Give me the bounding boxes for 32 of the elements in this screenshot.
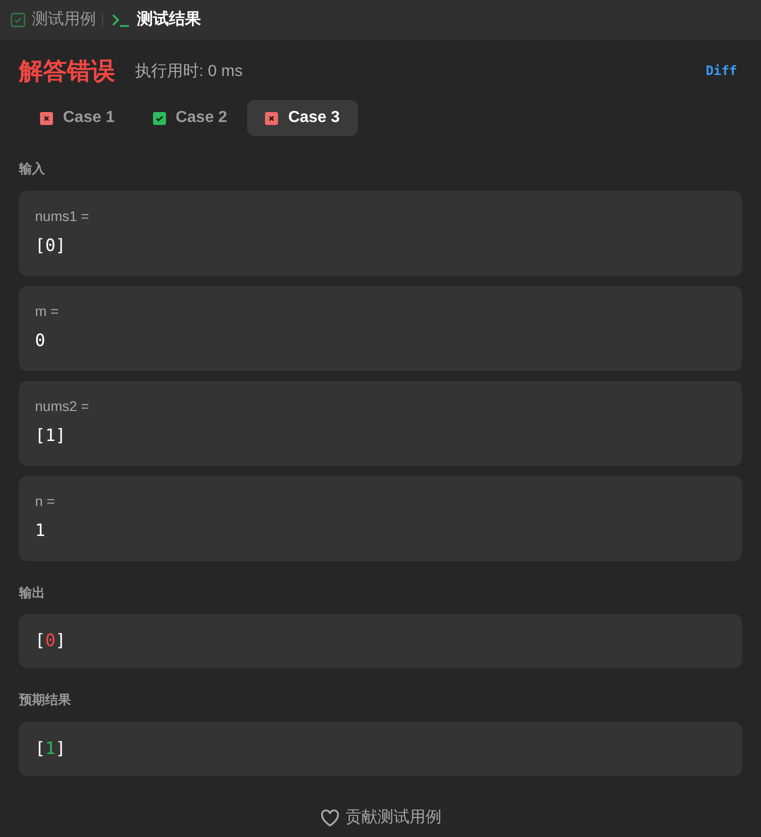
case-tab[interactable]: Case 3 [247, 100, 358, 136]
bracket: ] [56, 738, 66, 760]
diff-button[interactable]: Diff [706, 62, 737, 82]
case-tab[interactable]: Case 1 [22, 100, 133, 136]
param-value: 1 [35, 520, 46, 542]
case-tab[interactable]: Case 2 [134, 100, 246, 136]
check-icon [152, 112, 166, 124]
param-value: [0] [35, 234, 67, 258]
contribute-button[interactable]: 贡献测试用例 [320, 806, 442, 830]
bracket: ] [56, 630, 66, 653]
verdict-title: 解答错误 [19, 57, 115, 87]
result-value: 0 [45, 630, 56, 653]
param-name: nums2 = [35, 396, 90, 414]
heart-icon [320, 808, 340, 826]
bracket: [ [35, 630, 46, 653]
panel-tab[interactable]: 测试用例 [10, 8, 96, 32]
section-heading: 输入 [19, 160, 46, 178]
bracket: [ [35, 738, 46, 760]
section-heading: 预期结果 [19, 691, 72, 709]
param-name: n = [35, 492, 56, 510]
param-name: nums1 = [35, 206, 90, 224]
cross-icon [40, 112, 53, 124]
runtime-text: 执行用时: 0 ms [135, 62, 243, 82]
cross-icon [265, 112, 278, 124]
checkbox-icon [10, 12, 26, 28]
terminal-icon [111, 12, 131, 28]
param-value: 0 [35, 330, 46, 352]
result-value: 1 [45, 738, 56, 760]
section-heading: 输出 [19, 584, 46, 602]
panel-tab[interactable]: 测试结果 [111, 8, 201, 32]
param-name: m = [35, 302, 60, 320]
param-value: [1] [35, 424, 67, 448]
